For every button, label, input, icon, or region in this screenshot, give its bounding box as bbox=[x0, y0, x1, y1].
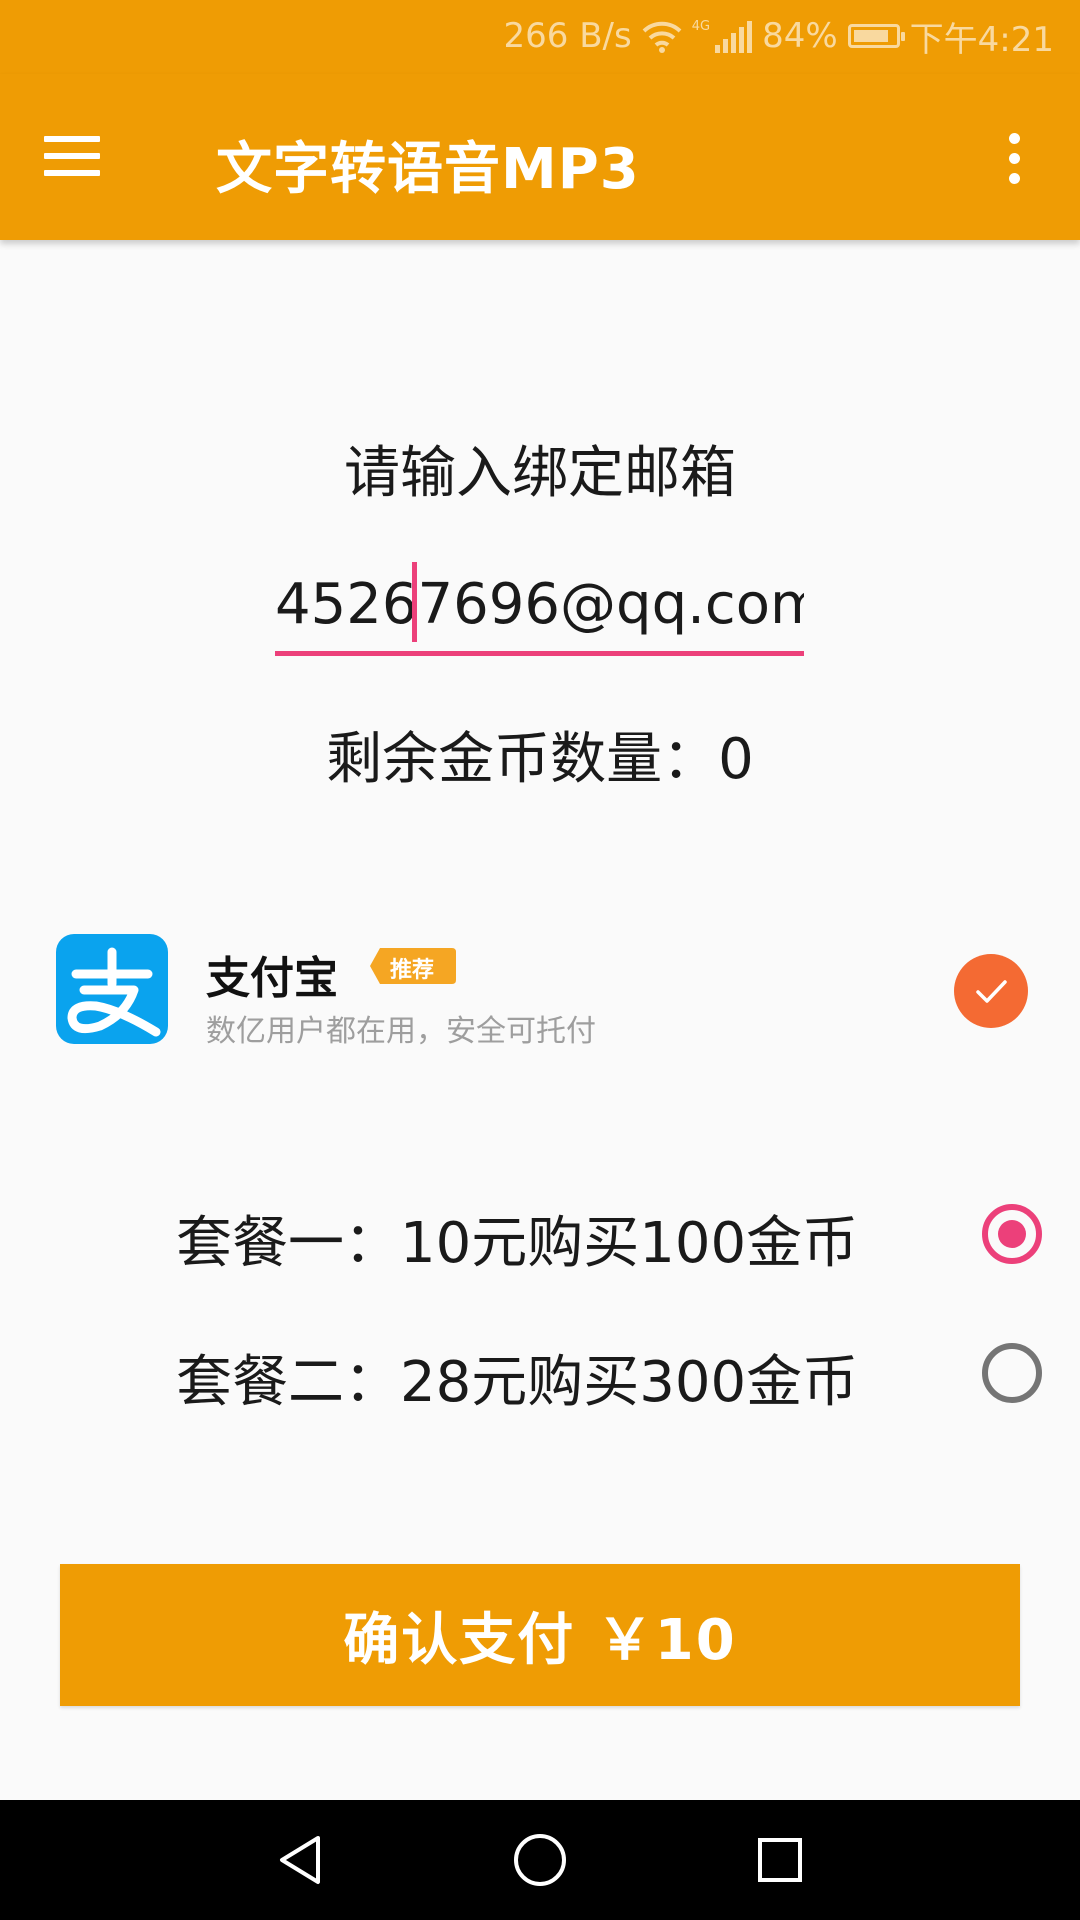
email-field[interactable] bbox=[275, 560, 804, 648]
plan-label: 套餐二：28元购买300金币 bbox=[176, 1350, 859, 1415]
home-circle-icon[interactable] bbox=[508, 1828, 572, 1892]
confirm-pay-button[interactable]: 确认支付 ￥10 bbox=[60, 1564, 1020, 1706]
wifi-icon bbox=[642, 21, 682, 53]
status-bar: 266 B/s 4G 84% 下午4:21 bbox=[0, 0, 1080, 74]
alipay-logo bbox=[56, 934, 168, 1044]
system-nav-bar bbox=[0, 1800, 1080, 1920]
radio-unselected-icon[interactable] bbox=[982, 1343, 1042, 1403]
checkmark-icon[interactable] bbox=[954, 954, 1028, 1028]
payment-name: 支付宝 bbox=[206, 953, 338, 1004]
plan-option-1[interactable]: 套餐一：10元购买100金币 bbox=[0, 1184, 1080, 1284]
plan-option-2[interactable]: 套餐二：28元购买300金币 bbox=[0, 1323, 1080, 1423]
plan-label: 套餐一：10元购买100金币 bbox=[176, 1211, 859, 1276]
app-title: 文字转语音MP3 bbox=[216, 137, 640, 202]
network-type: 4G bbox=[691, 19, 711, 34]
battery-icon bbox=[847, 24, 905, 48]
app-bar: 文字转语音MP3 bbox=[0, 74, 1080, 240]
net-speed: 266 B/s bbox=[503, 16, 632, 56]
clock: 下午4:21 bbox=[909, 19, 1054, 60]
signal-icon: 4G bbox=[691, 19, 753, 53]
remaining-coins: 剩余金币数量：0 bbox=[326, 727, 754, 792]
back-triangle-icon[interactable] bbox=[268, 1828, 332, 1892]
hamburger-menu-icon[interactable] bbox=[44, 126, 116, 186]
battery-percent: 84% bbox=[762, 16, 838, 56]
recents-square-icon[interactable] bbox=[748, 1828, 812, 1892]
payment-description: 数亿用户都在用，安全可托付 bbox=[206, 1014, 596, 1049]
payment-method-alipay[interactable]: 支付宝 推荐 数亿用户都在用，安全可托付 bbox=[0, 920, 1080, 1060]
text-cursor bbox=[412, 562, 417, 642]
email-field-wrapper bbox=[275, 560, 804, 656]
email-prompt: 请输入绑定邮箱 bbox=[344, 441, 736, 506]
recommend-badge-label: 推荐 bbox=[390, 958, 435, 983]
radio-selected-icon[interactable] bbox=[982, 1204, 1042, 1264]
recommend-badge: 推荐 bbox=[370, 946, 456, 986]
more-vertical-icon[interactable] bbox=[992, 126, 1036, 190]
